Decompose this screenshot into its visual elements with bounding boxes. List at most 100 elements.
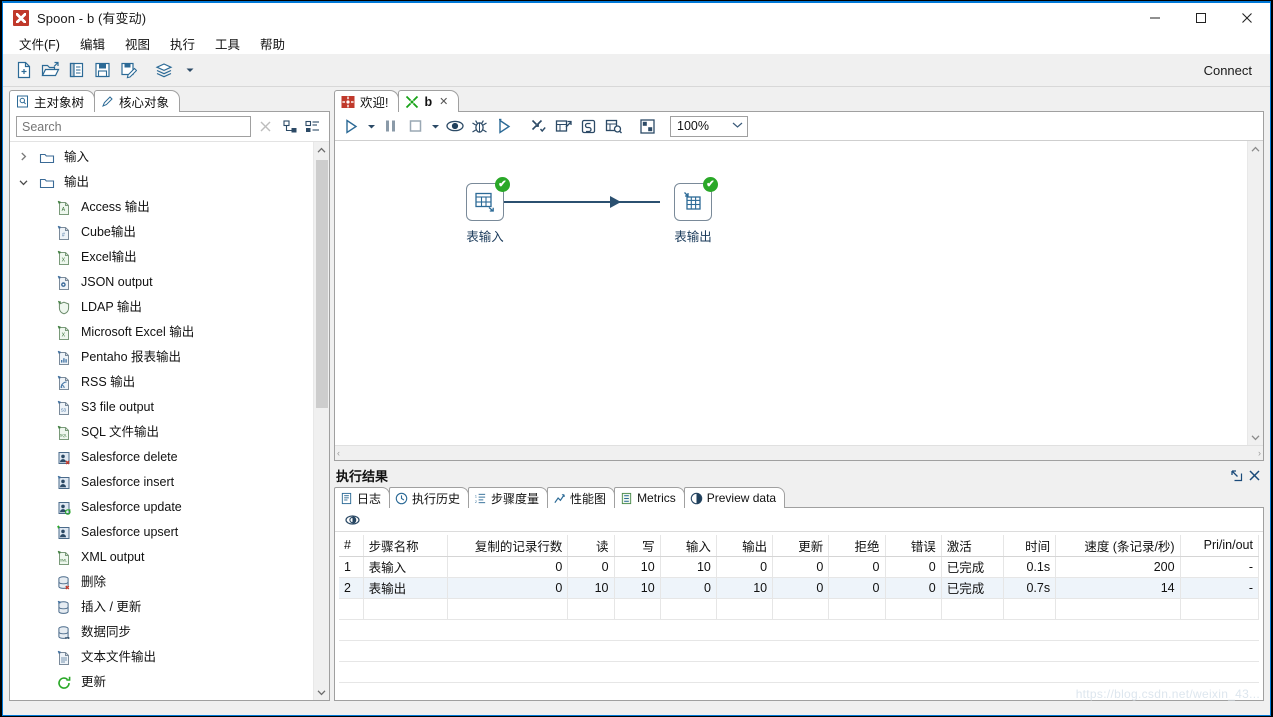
column-header-step[interactable]: 步骤名称 (363, 535, 448, 557)
search-input[interactable] (16, 116, 251, 137)
tree-item-salesforce-upsert[interactable]: Salesforce upsert (10, 520, 313, 545)
stop-icon[interactable] (403, 114, 428, 138)
tree-item-excel输出[interactable]: X Excel输出 (10, 245, 313, 270)
tree-item-pentaho-报表输出[interactable]: Pentaho 报表输出 (10, 345, 313, 370)
detach-icon[interactable] (1228, 466, 1244, 484)
column-header-speed[interactable]: 速度 (条记录/秒) (1055, 535, 1181, 557)
save-icon[interactable] (89, 58, 115, 82)
tree-item-json-output[interactable]: JSON output (10, 270, 313, 295)
tree-item-数据同步[interactable]: 数据同步 (10, 620, 313, 645)
column-header-pri[interactable]: Pri/in/out (1180, 535, 1260, 557)
tree-scrollbar[interactable] (313, 142, 329, 700)
column-header-output[interactable]: 输出 (716, 535, 774, 557)
menu-edit[interactable]: 编辑 (80, 32, 115, 55)
tab-welcome[interactable]: 欢迎! (334, 90, 400, 112)
results-tab-history[interactable]: 执行历史 (389, 487, 470, 508)
menu-help[interactable]: 帮助 (260, 32, 295, 55)
tree-item-ldap-输出[interactable]: LDAP 输出 (10, 295, 313, 320)
menu-file[interactable]: 文件(F) (19, 32, 70, 55)
column-header-time[interactable]: 时间 (1003, 535, 1057, 557)
step-table-output[interactable]: ✔ (674, 177, 718, 221)
column-header-read[interactable]: 读 (567, 535, 615, 557)
tree-scrollbar-thumb[interactable] (316, 160, 328, 408)
tree-item-xml-output[interactable]: XML XML output (10, 545, 313, 570)
table-row[interactable]: 2 表输出 0 10 10 0 10 0 0 0 已完成 0.7s 14- (339, 577, 1260, 599)
arrange-icon[interactable] (635, 114, 660, 138)
table-row[interactable]: 1 表输入 0 0 10 10 0 0 0 0 已完成 0.1s 200- (339, 556, 1260, 578)
results-tab-preview-data[interactable]: Preview data (683, 487, 786, 508)
column-header-input[interactable]: 输入 (660, 535, 717, 557)
collapse-tree-icon[interactable] (301, 116, 323, 138)
tree-item-salesforce-delete[interactable]: Salesforce delete (10, 445, 313, 470)
close-button[interactable] (1224, 3, 1270, 32)
clear-x-icon[interactable] (251, 116, 279, 138)
tree-item-rss-输出[interactable]: RSS 输出 (10, 370, 313, 395)
tree-item-cube输出[interactable]: # Cube输出 (10, 220, 313, 245)
tab-close-icon[interactable]: ✕ (439, 95, 448, 108)
preview-icon[interactable] (442, 114, 467, 138)
tab-main-object-tree[interactable]: 主对象树 (9, 90, 96, 112)
core-objects-tree[interactable]: 输入 输出 A Access 输出 # Cube输出 X Excel输出 JSON output… (10, 142, 313, 700)
dropdown-caret-icon[interactable] (177, 58, 203, 82)
canvas-vertical-scrollbar[interactable] (1247, 141, 1263, 445)
tree-item-s3-file-output[interactable]: S3 S3 file output (10, 395, 313, 420)
tree-item-microsoft-excel-输出[interactable]: X Microsoft Excel 输出 (10, 320, 313, 345)
run-dropdown-caret-icon[interactable] (364, 114, 378, 138)
connect-button[interactable]: Connect (1204, 63, 1252, 78)
toggle-view-icon[interactable] (341, 510, 363, 530)
explorer-icon[interactable] (63, 58, 89, 82)
layers-icon[interactable] (151, 58, 177, 82)
canvas-scroll-up-icon[interactable] (1248, 141, 1264, 157)
expand-tree-icon[interactable] (279, 116, 301, 138)
save-as-icon[interactable] (115, 58, 141, 82)
pause-icon[interactable] (378, 114, 403, 138)
step-table-input[interactable]: ✔ (466, 177, 510, 221)
menu-run[interactable]: 执行 (170, 32, 205, 55)
canvas-scroll-down-icon[interactable] (1248, 429, 1264, 445)
debug-icon[interactable] (467, 114, 492, 138)
sql-icon[interactable] (576, 114, 601, 138)
tree-item-salesforce-update[interactable]: Salesforce update (10, 495, 313, 520)
minimize-button[interactable] (1132, 3, 1178, 32)
replay-icon[interactable] (492, 114, 517, 138)
menu-view[interactable]: 视图 (125, 32, 160, 55)
close-results-icon[interactable] (1246, 466, 1262, 484)
tab-transformation-b[interactable]: b ✕ (398, 90, 460, 112)
transformation-settings-icon[interactable] (526, 114, 551, 138)
results-tab-metrics[interactable]: Metrics (614, 487, 685, 508)
tab-core-objects[interactable]: 核心对象 (94, 90, 181, 112)
results-tab-performance-graph[interactable]: 性能图 (547, 487, 616, 508)
zoom-select[interactable]: 100% (670, 115, 748, 137)
tree-item-删除[interactable]: 删除 (10, 570, 313, 595)
tree-item-salesforce-insert[interactable]: Salesforce insert (10, 470, 313, 495)
tree-item-sql-文件输出[interactable]: SQL SQL 文件输出 (10, 420, 313, 445)
scroll-up-arrow-icon[interactable] (314, 142, 330, 158)
step-metrics-table-wrapper[interactable]: # 步骤名称 复制的记录行数读写输入 输出 更新 拒绝 错误 激活 时间 速度 (条记录/秒) Pr… (335, 532, 1263, 700)
menu-tools[interactable]: 工具 (215, 32, 250, 55)
canvas-surface[interactable]: ✔ 表输入 ✔ 表输出 (335, 141, 1247, 445)
tree-item-access-输出[interactable]: A Access 输出 (10, 195, 313, 220)
column-header-errors[interactable]: 错误 (885, 535, 942, 557)
results-tab-step-metrics[interactable]: 1 2 步骤度量 (468, 487, 549, 508)
column-header-active[interactable]: 激活 (941, 535, 1004, 557)
show-impact-icon[interactable] (551, 114, 576, 138)
column-header-updated[interactable]: 更新 (772, 535, 830, 557)
column-header-copied[interactable]: 复制的记录行数 (447, 535, 569, 557)
canvas-horizontal-scrollbar[interactable]: ‹ › (335, 445, 1263, 460)
column-header-num[interactable]: # (339, 535, 364, 557)
tree-item-更新[interactable]: 更新 (10, 670, 313, 695)
transformation-canvas[interactable]: ✔ 表输入 ✔ 表输出 (335, 140, 1263, 445)
column-header-rejected[interactable]: 拒绝 (828, 535, 886, 557)
canvas-scroll-right-icon[interactable]: › (1258, 448, 1261, 458)
canvas-scroll-left-icon[interactable]: ‹ (337, 448, 340, 458)
column-header-written[interactable]: 写 (614, 535, 661, 557)
results-tab-log[interactable]: 日志 (334, 487, 391, 508)
chevron-right-icon[interactable] (10, 152, 36, 164)
search-metadata-icon[interactable] (601, 114, 626, 138)
run-icon[interactable] (339, 114, 364, 138)
tree-item-输出[interactable]: 输出 (10, 170, 313, 195)
tree-item-插入-/-更新[interactable]: 插入 / 更新 (10, 595, 313, 620)
new-file-icon[interactable] (11, 58, 37, 82)
chevron-down-icon[interactable] (10, 177, 36, 189)
tree-item-文本文件输出[interactable]: 文本文件输出 (10, 645, 313, 670)
